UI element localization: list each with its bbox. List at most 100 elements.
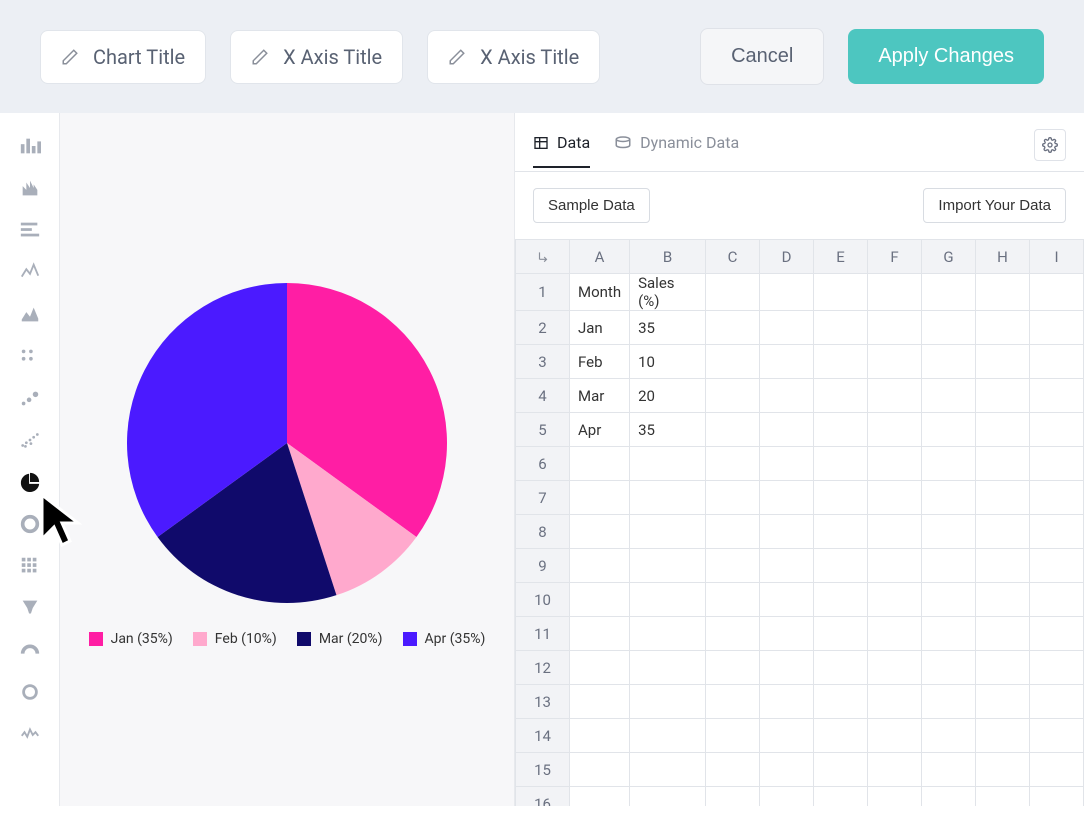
column-header[interactable]: D — [760, 240, 814, 274]
cell[interactable]: Mar — [570, 379, 630, 413]
cell[interactable] — [760, 583, 814, 617]
tab-data[interactable]: Data — [533, 133, 590, 168]
cell[interactable] — [706, 515, 760, 549]
cell[interactable] — [976, 379, 1030, 413]
cell[interactable] — [570, 549, 630, 583]
cell[interactable] — [1030, 311, 1084, 345]
cell[interactable] — [760, 617, 814, 651]
cell[interactable] — [976, 413, 1030, 447]
cell[interactable] — [760, 379, 814, 413]
cell[interactable]: Feb — [570, 345, 630, 379]
cell[interactable] — [976, 515, 1030, 549]
funnel-icon[interactable] — [10, 589, 50, 627]
cell[interactable] — [706, 651, 760, 685]
cell[interactable] — [570, 685, 630, 719]
cell[interactable] — [1030, 274, 1084, 311]
cell[interactable] — [814, 413, 868, 447]
x-axis-title-input-1[interactable]: X Axis Title — [230, 30, 403, 84]
sparkline-icon[interactable] — [10, 715, 50, 753]
cell[interactable] — [868, 274, 922, 311]
cell[interactable] — [570, 617, 630, 651]
cell[interactable] — [1030, 651, 1084, 685]
cell[interactable] — [1030, 379, 1084, 413]
cell[interactable] — [760, 753, 814, 787]
cell[interactable] — [922, 274, 976, 311]
cell[interactable] — [976, 651, 1030, 685]
cell[interactable] — [868, 413, 922, 447]
cell[interactable] — [1030, 515, 1084, 549]
cell[interactable] — [868, 515, 922, 549]
row-header[interactable]: 3 — [516, 345, 570, 379]
cell[interactable] — [976, 274, 1030, 311]
cell[interactable] — [922, 549, 976, 583]
row-header[interactable]: 7 — [516, 481, 570, 515]
column-header[interactable]: H — [976, 240, 1030, 274]
cell[interactable] — [868, 311, 922, 345]
cell[interactable]: 35 — [630, 413, 706, 447]
row-header[interactable]: 10 — [516, 583, 570, 617]
cell[interactable] — [570, 719, 630, 753]
cell[interactable] — [814, 651, 868, 685]
cell[interactable] — [706, 311, 760, 345]
cell[interactable] — [814, 787, 868, 807]
cell[interactable] — [814, 447, 868, 481]
row-header[interactable]: 15 — [516, 753, 570, 787]
cell[interactable] — [868, 447, 922, 481]
cell[interactable] — [814, 481, 868, 515]
cell[interactable] — [922, 787, 976, 807]
import-data-button[interactable]: Import Your Data — [923, 188, 1066, 223]
cell[interactable] — [814, 549, 868, 583]
cell[interactable] — [922, 685, 976, 719]
row-header[interactable]: 9 — [516, 549, 570, 583]
cell[interactable] — [760, 787, 814, 807]
cell[interactable] — [868, 651, 922, 685]
column-header[interactable]: G — [922, 240, 976, 274]
cell[interactable] — [630, 787, 706, 807]
cell[interactable] — [922, 311, 976, 345]
cell[interactable] — [922, 617, 976, 651]
cell[interactable] — [976, 617, 1030, 651]
cell[interactable] — [760, 481, 814, 515]
column-header[interactable]: B — [630, 240, 706, 274]
cell[interactable] — [814, 583, 868, 617]
cell[interactable] — [570, 481, 630, 515]
cell[interactable] — [976, 481, 1030, 515]
cell[interactable] — [922, 651, 976, 685]
cell[interactable] — [922, 379, 976, 413]
cell[interactable] — [760, 345, 814, 379]
column-chart-icon[interactable] — [10, 169, 50, 207]
column-header[interactable]: I — [1030, 240, 1084, 274]
cell[interactable] — [706, 719, 760, 753]
cell[interactable] — [630, 617, 706, 651]
cell[interactable] — [630, 685, 706, 719]
cell[interactable] — [814, 311, 868, 345]
line-chart-icon[interactable] — [10, 253, 50, 291]
cell[interactable] — [922, 719, 976, 753]
cell[interactable] — [868, 719, 922, 753]
cell[interactable] — [630, 515, 706, 549]
apply-changes-button[interactable]: Apply Changes — [848, 29, 1044, 84]
row-header[interactable]: 8 — [516, 515, 570, 549]
cancel-button[interactable]: Cancel — [700, 28, 824, 85]
cell[interactable] — [706, 413, 760, 447]
bar-chart-icon[interactable] — [10, 127, 50, 165]
area-chart-icon[interactable] — [10, 295, 50, 333]
row-header[interactable]: 13 — [516, 685, 570, 719]
row-header[interactable]: 11 — [516, 617, 570, 651]
cell[interactable] — [922, 753, 976, 787]
row-header[interactable]: 12 — [516, 651, 570, 685]
grid-corner[interactable] — [516, 240, 570, 274]
scatter-icon[interactable] — [10, 337, 50, 375]
column-header[interactable]: C — [706, 240, 760, 274]
row-header[interactable]: 6 — [516, 447, 570, 481]
cell[interactable] — [706, 583, 760, 617]
cell[interactable] — [922, 583, 976, 617]
cell[interactable] — [976, 549, 1030, 583]
cell[interactable] — [1030, 753, 1084, 787]
x-axis-title-input-2[interactable]: X Axis Title — [427, 30, 600, 84]
row-header[interactable]: 4 — [516, 379, 570, 413]
cell[interactable] — [570, 447, 630, 481]
cell[interactable] — [760, 413, 814, 447]
cell[interactable] — [868, 549, 922, 583]
settings-button[interactable] — [1034, 129, 1066, 161]
